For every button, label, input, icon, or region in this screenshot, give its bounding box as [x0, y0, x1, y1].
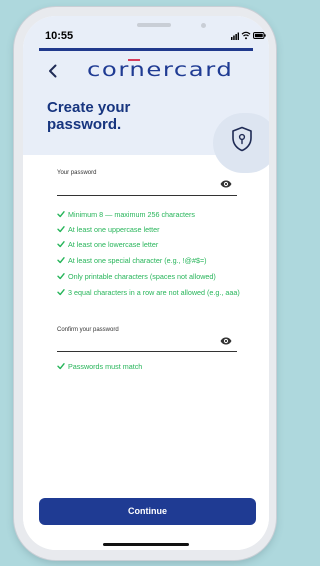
check-icon	[57, 211, 65, 218]
requirement-text: 3 equal characters in a row are not allo…	[68, 288, 240, 297]
password-label: Your password	[57, 170, 97, 176]
requirement-text: At least one special character (e.g., !@…	[68, 256, 207, 265]
signal-icon	[231, 32, 239, 40]
battery-icon	[253, 32, 266, 39]
check-icon	[57, 289, 65, 296]
requirement-text: At least one uppercase letter	[68, 225, 160, 234]
status-icons	[231, 31, 267, 41]
password-form: Your password Minimum 8 — maximum 256 ch…	[23, 155, 269, 550]
status-time: 10:55	[45, 30, 74, 42]
check-icon	[57, 363, 65, 370]
app-screen: 10:55 cornercard Create your password. Y…	[23, 16, 269, 550]
wifi-icon	[241, 31, 251, 40]
check-icon	[57, 257, 65, 264]
camera-notch	[137, 23, 171, 27]
home-indicator	[103, 543, 189, 546]
password-input[interactable]	[57, 195, 237, 196]
continue-button[interactable]: Continue	[39, 498, 256, 525]
chevron-left-icon[interactable]	[45, 63, 61, 79]
eye-icon[interactable]	[220, 337, 232, 345]
brand-divider	[39, 48, 253, 51]
page-title: Create your password.	[47, 99, 131, 133]
shield-lock-icon	[232, 126, 252, 152]
logo-accent-bar	[128, 59, 140, 61]
check-icon	[57, 273, 65, 280]
confirm-password-input[interactable]	[57, 351, 237, 352]
eye-icon[interactable]	[220, 180, 232, 188]
requirement-text: Passwords must match	[68, 362, 143, 371]
requirement-text: At least one lowercase letter	[68, 240, 159, 249]
cornercard-logo: cornercard	[87, 59, 234, 81]
requirement-text: Minimum 8 — maximum 256 characters	[68, 210, 196, 219]
camera-dot	[201, 23, 206, 28]
confirm-password-label: Confirm your password	[57, 327, 119, 333]
check-icon	[57, 241, 65, 248]
check-icon	[57, 226, 65, 233]
requirement-text: Only printable characters (spaces not al…	[68, 272, 216, 281]
